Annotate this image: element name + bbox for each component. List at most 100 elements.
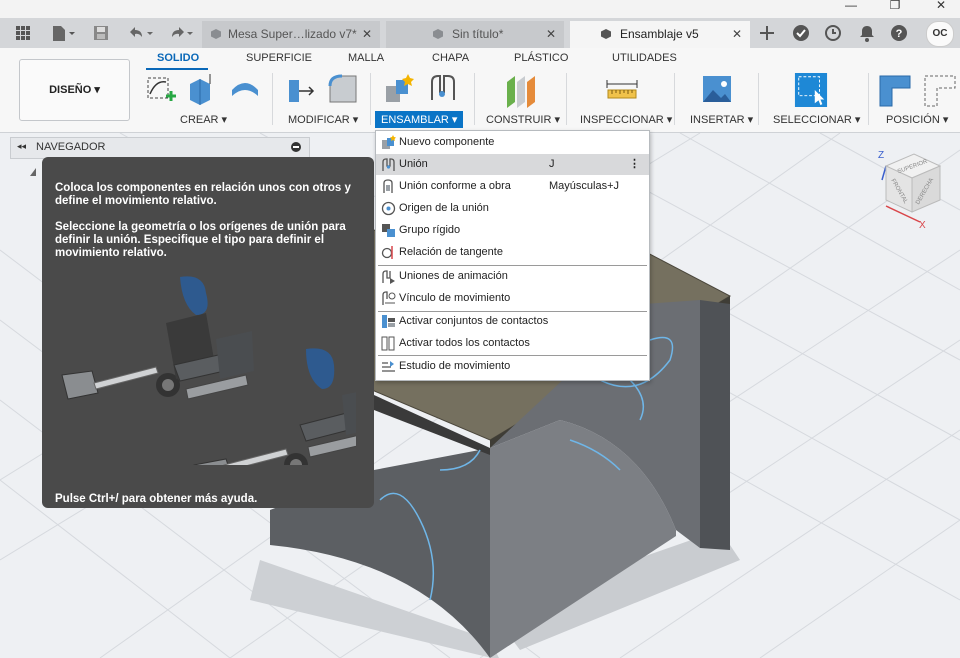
menu-item-label: Activar conjuntos de contactos bbox=[399, 315, 549, 327]
ribbon-tab-chapa[interactable]: CHAPA bbox=[432, 52, 469, 64]
group-modificar[interactable]: MODIFICAR ▾ bbox=[288, 113, 358, 126]
ribbon-tab-superficie[interactable]: SUPERFICIE bbox=[246, 52, 312, 64]
job-status-icon[interactable] bbox=[790, 22, 812, 44]
menu-item-activar-contactos[interactable]: Activar todos los contactos bbox=[376, 333, 649, 354]
group-crear[interactable]: CREAR ▾ bbox=[180, 113, 227, 126]
group-inspeccionar[interactable]: INSPECCIONAR ▾ bbox=[580, 113, 672, 126]
new-component-icon[interactable] bbox=[382, 72, 416, 108]
minimize-button[interactable]: — bbox=[836, 0, 866, 16]
tab-mesa[interactable]: Mesa Super…lizado v7* ✕ bbox=[202, 21, 380, 48]
measure-icon[interactable] bbox=[605, 72, 639, 108]
tab-ensamblaje[interactable]: Ensamblaje v5 ✕ bbox=[570, 21, 750, 48]
active-tab-indicator bbox=[146, 68, 208, 70]
group-construir[interactable]: CONSTRUIR ▾ bbox=[486, 113, 560, 126]
notifications-icon[interactable] bbox=[856, 22, 878, 44]
view-cube[interactable]: SUPERIOR FRONTAL DERECHA Z X bbox=[876, 146, 946, 230]
select-icon[interactable] bbox=[794, 72, 828, 108]
workspace-dropdown[interactable]: DISEÑO ▾ bbox=[19, 59, 130, 121]
position-icon[interactable] bbox=[878, 72, 912, 108]
navigator-expand-icon[interactable] bbox=[30, 168, 36, 176]
revolve-icon[interactable] bbox=[228, 72, 262, 108]
menu-item-nuevo-componente[interactable]: Nuevo componente bbox=[376, 132, 649, 153]
menu-item-union-conforme[interactable]: Unión conforme a obra Mayúsculas+J bbox=[376, 176, 649, 197]
create-sketch-icon[interactable] bbox=[144, 72, 178, 108]
as-built-joint-icon bbox=[383, 179, 393, 193]
group-ensamblar[interactable]: ENSAMBLAR ▾ bbox=[375, 111, 464, 128]
all-contacts-icon bbox=[381, 336, 395, 351]
menu-item-label: Relación de tangente bbox=[399, 246, 503, 258]
help-icon[interactable]: ? bbox=[888, 22, 910, 44]
save-icon[interactable] bbox=[90, 22, 112, 44]
menu-item-grupo-rigido[interactable]: Grupo rígido bbox=[376, 220, 649, 241]
joint-icon bbox=[382, 158, 395, 171]
clock-icon[interactable] bbox=[822, 22, 844, 44]
menu-item-label: Unión conforme a obra bbox=[399, 180, 511, 192]
minimize-panel-icon[interactable] bbox=[291, 142, 301, 152]
menu-item-label: Uniones de animación bbox=[399, 270, 508, 282]
menu-item-label: Vínculo de movimiento bbox=[399, 292, 511, 304]
separator bbox=[370, 73, 371, 125]
tab-sin-titulo[interactable]: Sin título* ✕ bbox=[386, 21, 564, 48]
tab-label: Ensamblaje v5 bbox=[620, 27, 699, 41]
file-menu-icon[interactable] bbox=[48, 22, 78, 44]
tooltip-instructions: Seleccione la geometría o los orígenes d… bbox=[55, 221, 346, 259]
menu-item-activar-conjuntos[interactable]: Activar conjuntos de contactos bbox=[376, 311, 649, 332]
maximize-button[interactable]: ❐ bbox=[880, 0, 910, 16]
menu-item-uniones-animacion[interactable]: Uniones de animación bbox=[376, 266, 649, 287]
fillet-icon[interactable] bbox=[326, 72, 360, 108]
new-component-icon bbox=[382, 135, 396, 149]
capture-position-icon[interactable] bbox=[921, 72, 959, 108]
tooltip-description: Coloca los componentes en relación unos … bbox=[55, 182, 351, 207]
window-close-button[interactable]: ✕ bbox=[926, 0, 956, 16]
extrude-icon[interactable] bbox=[184, 72, 218, 108]
joint-tooltip: Coloca los componentes en relación unos … bbox=[42, 157, 374, 508]
tab-close-icon[interactable]: ✕ bbox=[546, 21, 556, 48]
menu-item-origen-union[interactable]: Origen de la unión bbox=[376, 198, 649, 219]
separator bbox=[272, 73, 273, 125]
separator bbox=[566, 73, 567, 125]
menu-item-label: Grupo rígido bbox=[399, 224, 461, 236]
tab-close-icon[interactable]: ✕ bbox=[362, 21, 372, 48]
undo-icon[interactable] bbox=[124, 22, 158, 44]
menu-item-vinculo-movimiento[interactable]: Vínculo de movimiento bbox=[376, 288, 649, 309]
menu-item-estudio-movimiento[interactable]: Estudio de movimiento bbox=[376, 356, 649, 377]
navigator-panel-header: ◂◂ NAVEGADOR bbox=[10, 137, 310, 159]
ribbon-tab-plastico[interactable]: PLÁSTICO bbox=[514, 52, 568, 64]
insert-image-icon[interactable] bbox=[700, 72, 734, 108]
menu-item-relacion-tangente[interactable]: Relación de tangente bbox=[376, 242, 649, 263]
ribbon-tab-malla[interactable]: MALLA bbox=[348, 52, 384, 64]
axis-x-label: X bbox=[919, 220, 926, 230]
tab-close-icon[interactable]: ✕ bbox=[732, 21, 742, 48]
new-tab-icon[interactable] bbox=[756, 22, 778, 44]
joint-icon[interactable] bbox=[426, 72, 460, 108]
menu-item-shortcut: J bbox=[549, 158, 555, 170]
group-seleccionar[interactable]: SELECCIONAR ▾ bbox=[773, 113, 860, 126]
separator bbox=[674, 73, 675, 125]
tooltip-footer: Pulse Ctrl+/ para obtener más ayuda. bbox=[55, 493, 258, 505]
tab-label: Mesa Super…lizado v7* bbox=[228, 27, 357, 41]
motion-link-icon bbox=[382, 291, 396, 305]
tangent-relationship-icon bbox=[381, 246, 393, 259]
user-avatar[interactable]: OC bbox=[926, 21, 954, 47]
joint-origin-icon bbox=[381, 201, 396, 216]
motion-study-icon bbox=[382, 361, 395, 372]
press-pull-icon[interactable] bbox=[285, 72, 319, 108]
ribbon-tab-solido[interactable]: SOLIDO bbox=[157, 52, 199, 64]
menu-item-label: Unión bbox=[399, 158, 428, 170]
apps-grid-icon[interactable] bbox=[12, 22, 34, 44]
window-title-bar bbox=[0, 0, 960, 18]
contact-sets-icon bbox=[382, 315, 395, 328]
menu-item-label: Origen de la unión bbox=[399, 202, 489, 214]
svg-text:?: ? bbox=[896, 28, 903, 40]
offset-plane-icon[interactable] bbox=[503, 72, 537, 108]
menu-item-label: Nuevo componente bbox=[399, 136, 495, 148]
redo-icon[interactable] bbox=[164, 22, 198, 44]
axis-z-label: Z bbox=[878, 150, 884, 161]
ribbon-tab-utilidades[interactable]: UTILIDADES bbox=[612, 52, 677, 64]
more-options-icon[interactable]: ⋮ bbox=[629, 154, 640, 175]
menu-item-label: Estudio de movimiento bbox=[399, 360, 511, 372]
collapse-navigator-icon[interactable]: ◂◂ bbox=[17, 141, 26, 152]
group-posicion[interactable]: POSICIÓN ▾ bbox=[886, 113, 948, 126]
group-insertar[interactable]: INSERTAR ▾ bbox=[690, 113, 753, 126]
menu-item-union[interactable]: Unión J ⋮ bbox=[376, 154, 649, 175]
